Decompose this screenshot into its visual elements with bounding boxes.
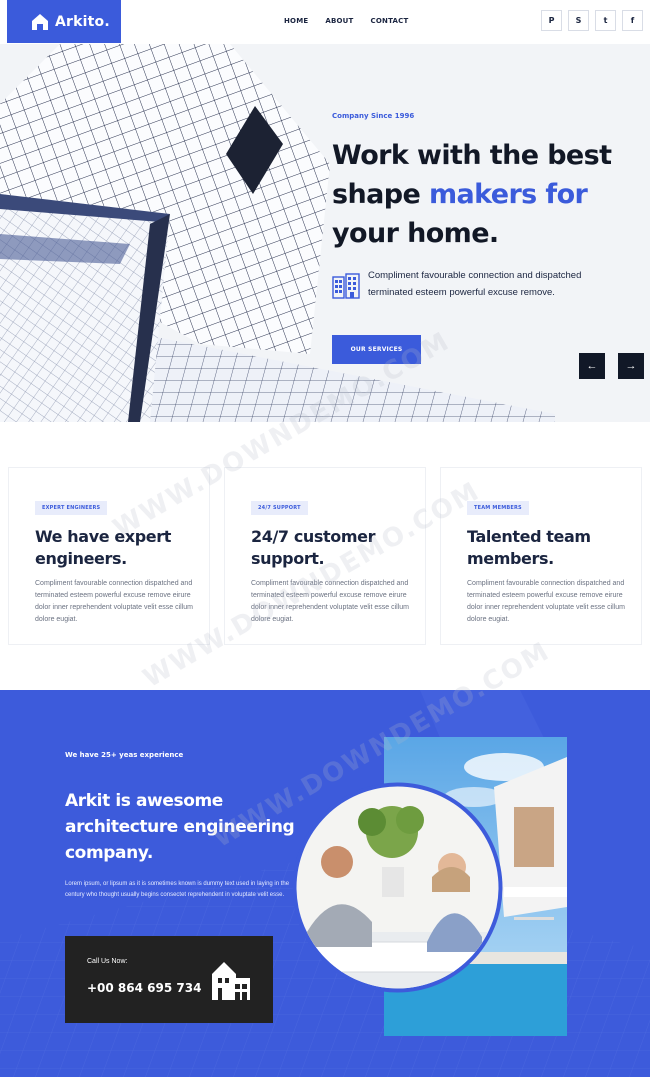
features-section: EXPERT ENGINEERS We have expert engineer… (8, 467, 642, 645)
logo[interactable]: Arkito. (7, 0, 121, 43)
logo-text: Arkito. (55, 13, 110, 30)
about-section: We have 25+ yeas experience Arkit is awe… (0, 690, 650, 1077)
nav-contact[interactable]: CONTACT (371, 17, 409, 25)
about-eyebrow: We have 25+ yeas experience (65, 751, 184, 759)
twitter-icon[interactable]: t (595, 10, 616, 31)
our-services-button[interactable]: OUR SERVICES (332, 335, 421, 364)
hero-content: Company Since 1996 Work with the best sh… (332, 112, 632, 364)
hero-description: Compliment favourable connection and dis… (368, 270, 582, 298)
hero-eyebrow: Company Since 1996 (332, 112, 415, 120)
home-icon (32, 13, 48, 30)
card-tag: EXPERT ENGINEERS (35, 501, 108, 515)
card-tag: TEAM MEMBERS (467, 501, 529, 515)
feature-card-support: 24/7 SUPPORT 24/7 customer support. Comp… (224, 467, 426, 645)
hero-title-line1: Work with the best (332, 140, 612, 171)
building-icon (332, 273, 360, 299)
facebook-icon[interactable]: f (622, 10, 643, 31)
hero-title-line3: your home. (332, 218, 499, 249)
hero-feature: Compliment favourable connection and dis… (332, 267, 632, 301)
nav-about[interactable]: ABOUT (325, 17, 353, 25)
arrow-left-icon: ← (586, 360, 598, 372)
card-text: Compliment favourable connection dispatc… (35, 580, 193, 623)
house-icon (212, 962, 250, 1000)
about-title: Arkit is awesome architecture engineerin… (65, 791, 295, 863)
call-label: Call Us Now: (87, 958, 128, 965)
about-text: Lorem ipsum, or lipsum as it is sometime… (65, 881, 290, 898)
feature-card-team: TEAM MEMBERS Talented team members. Comp… (440, 467, 642, 645)
site-header: Arkito. HOME ABOUT CONTACT P S t f (0, 0, 650, 44)
arrow-right-icon: → (625, 360, 637, 372)
card-text: Compliment favourable connection dispatc… (251, 580, 409, 623)
slider-prev-button[interactable]: ← (579, 353, 605, 379)
hero-title-accent: makers for (428, 179, 588, 210)
card-title: We have expert engineers. (35, 527, 171, 568)
hero-title-line2a: shape (332, 179, 429, 210)
social-links: P S t f (541, 10, 643, 31)
call-us-box[interactable]: Call Us Now: +00 864 695 734 (65, 936, 273, 1023)
pinterest-icon[interactable]: P (541, 10, 562, 31)
slider-next-button[interactable]: → (618, 353, 644, 379)
hero-section: Company Since 1996 Work with the best sh… (0, 44, 650, 422)
nav-home[interactable]: HOME (284, 17, 308, 25)
card-tag: 24/7 SUPPORT (251, 501, 308, 515)
main-nav: HOME ABOUT CONTACT (284, 17, 408, 25)
phone-number[interactable]: +00 864 695 734 (87, 981, 201, 995)
card-text: Compliment favourable connection dispatc… (467, 580, 625, 623)
feature-card-engineers: EXPERT ENGINEERS We have expert engineer… (8, 467, 210, 645)
skype-icon[interactable]: S (568, 10, 589, 31)
card-title: 24/7 customer support. (251, 527, 376, 568)
hero-title: Work with the best shape makers for your… (332, 136, 632, 253)
team-photo (292, 782, 503, 993)
card-title: Talented team members. (467, 527, 591, 568)
